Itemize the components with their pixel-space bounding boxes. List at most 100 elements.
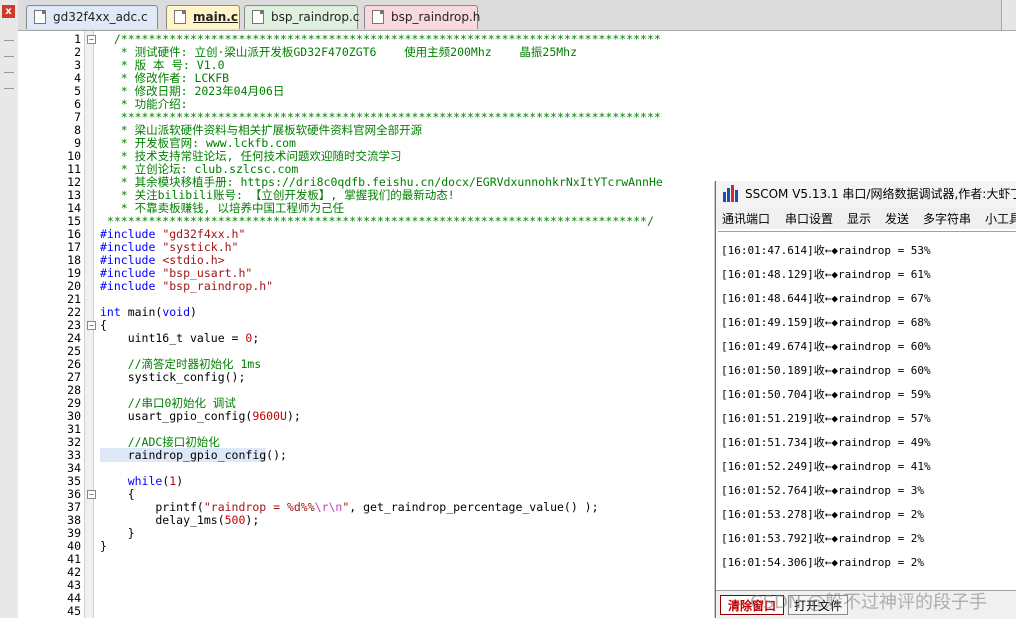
fold-toggle-icon[interactable]: − (87, 321, 96, 330)
code-token: { (100, 318, 107, 332)
tab-bsp-raindrop-h[interactable]: bsp_raindrop.h (364, 5, 481, 29)
menu-serial-settings[interactable]: 串口设置 (785, 210, 833, 227)
code-token: "bsp_usart.h" (162, 266, 253, 280)
code-text: #include "bsp_raindrop.h" (100, 280, 273, 293)
code-token: printf( (100, 500, 204, 514)
code-token: * 技术支持常驻论坛, 任何技术问题欢迎随时交流学习 (100, 149, 402, 163)
code-token: usart_gpio_config( (100, 409, 253, 423)
close-icon[interactable]: x (2, 5, 15, 18)
menu-comm-port[interactable]: 通讯端口 (722, 210, 770, 227)
c-file-icon (252, 10, 264, 24)
code-token: ); (245, 513, 260, 527)
code-token: main( (120, 305, 163, 319)
code-token: #include (100, 240, 163, 254)
code-token: //ADC接口初始化 (100, 435, 220, 449)
line-number: 8 (74, 123, 81, 137)
code-token: * 版 本 号: V1.0 (100, 58, 225, 72)
code-text: systick_config(); (100, 370, 246, 384)
code-text: uint16_t value = 0; (100, 331, 260, 345)
line-number: 2 (74, 45, 81, 59)
log-line: [16:01:48.129]收←◆raindrop = 61% (721, 268, 931, 281)
code-token: { (100, 487, 135, 501)
sscom-app-icon (723, 185, 738, 202)
code-token: \r\n (314, 500, 343, 514)
code-token: ) (176, 474, 184, 488)
sscom-titlebar[interactable]: SSCOM V5.13.1 串口/网络数据调试器,作者:大虾丁 (716, 181, 1016, 207)
strip-mark (4, 40, 14, 41)
code-token: //滴答定时器初始化 1ms (100, 357, 262, 371)
code-token: #include (100, 266, 163, 280)
code-token: /***************************************… (100, 32, 661, 46)
c-file-icon (174, 10, 186, 24)
code-token: ; (252, 331, 260, 345)
tab-gd32f4xx-adc-c[interactable]: gd32f4xx_adc.c (26, 5, 158, 29)
menu-multi-string[interactable]: 多字符串 (923, 210, 971, 227)
line-number: 7 (74, 110, 81, 124)
log-line: [16:01:48.644]收←◆raindrop = 67% (721, 292, 931, 305)
log-line: [16:01:49.159]收←◆raindrop = 68% (721, 316, 931, 329)
code-token: * 梁山派软硬件资料与相关扩展板软硬件资料官网全部开源 (100, 123, 423, 137)
code-token: delay_1ms( (100, 513, 225, 527)
sscom-menubar: 通讯端口 串口设置 显示 发送 多字符串 小工具 (716, 207, 1016, 229)
fold-toggle-icon[interactable]: − (87, 35, 96, 44)
code-token: uint16_t value = (100, 331, 246, 345)
log-line: [16:01:50.704]收←◆raindrop = 59% (721, 388, 931, 401)
line-number: 1 (74, 32, 81, 46)
code-token: #include (100, 279, 163, 293)
code-token: raindrop_gpio_config (100, 448, 267, 462)
log-line: [16:01:49.674]收←◆raindrop = 60% (721, 340, 931, 353)
code-token: <stdio.h> (162, 253, 225, 267)
code-token: //串口0初始化 调试 (100, 396, 236, 410)
fold-toggle-icon[interactable]: − (87, 490, 96, 499)
code-text: int main(void) (100, 306, 197, 319)
code-token: * 功能介绍: (100, 97, 188, 111)
log-line: [16:01:53.792]收←◆raindrop = 2% (721, 532, 925, 545)
tab-bsp-raindrop-c[interactable]: bsp_raindrop.c (244, 5, 360, 29)
code-token: * 关注bilibili账号: 【立创开发板】, 掌握我们的最新动态! (100, 188, 455, 202)
line-number: 45 (67, 604, 81, 618)
code-token: } (100, 539, 107, 553)
tab-scroll-button[interactable] (1001, 0, 1016, 30)
code-token: * 不靠卖板赚钱, 以培养中国工程师为己任 (100, 201, 344, 215)
log-line: [16:01:54.306]收←◆raindrop = 2% (721, 556, 925, 569)
code-token: #include (100, 253, 163, 267)
tab-main-c[interactable]: main.c (166, 5, 240, 29)
code-token: "bsp_raindrop.h" (162, 279, 274, 293)
sscom-title: SSCOM V5.13.1 串口/网络数据调试器,作者:大虾丁 (745, 187, 1016, 201)
code-token: ****************************************… (100, 110, 661, 124)
code-token: } (100, 526, 135, 540)
strip-mark (4, 56, 14, 57)
line-number: 6 (74, 97, 81, 111)
log-line: [16:01:50.189]收←◆raindrop = 60% (721, 364, 931, 377)
log-line: [16:01:51.734]收←◆raindrop = 49% (721, 436, 931, 449)
tab-label: bsp_raindrop.h (391, 10, 481, 24)
code-token: #include (100, 227, 163, 241)
code-text: raindrop_gpio_config(); (100, 448, 287, 462)
code-text: } (100, 540, 107, 553)
line-number: 3 (74, 58, 81, 72)
menu-tools[interactable]: 小工具 (985, 210, 1016, 227)
code-token: "gd32f4xx.h" (162, 227, 246, 241)
code-token: ) (190, 305, 197, 319)
code-token: ****************************************… (100, 214, 654, 228)
watermark: CSDN @躲不过神评的段子手 (750, 592, 988, 613)
sscom-window: SSCOM V5.13.1 串口/网络数据调试器,作者:大虾丁 通讯端口 串口设… (715, 181, 1016, 619)
code-token: void (162, 305, 191, 319)
receive-log[interactable]: [16:01:47.614]收←◆raindrop = 53% [16:01:48… (718, 231, 1016, 592)
code-token: systick_config(); (100, 370, 246, 384)
log-line: [16:01:51.219]收←◆raindrop = 57% (721, 412, 931, 425)
code-token: "raindrop = %d%% (203, 500, 315, 514)
log-line: [16:01:53.278]收←◆raindrop = 2% (721, 508, 925, 521)
editor-tab-bar: gd32f4xx_adc.c main.c bsp_raindrop.c bsp… (18, 0, 1016, 31)
menu-send[interactable]: 发送 (885, 210, 909, 227)
tab-label: gd32f4xx_adc.c (53, 10, 148, 24)
code-token: while (100, 474, 163, 488)
log-line: [16:01:47.614]收←◆raindrop = 53% (721, 244, 931, 257)
tab-label: bsp_raindrop.c (271, 10, 360, 24)
menu-display[interactable]: 显示 (847, 210, 871, 227)
code-token: * 测试硬件: 立创·梁山派开发板GD32F470ZGT6 使用主频200Mhz… (100, 45, 578, 59)
code-token: 500 (224, 513, 246, 527)
code-token: * 修改日期: 2023年04月06日 (100, 84, 285, 98)
code-token: * 其余模块移植手册: https://dri8c0qdfb.feishu.cn… (100, 175, 663, 189)
strip-mark (4, 72, 14, 73)
